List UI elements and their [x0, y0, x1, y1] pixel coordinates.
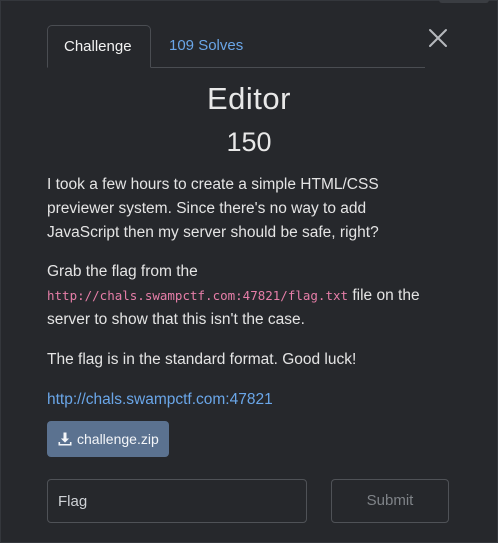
description-text-1: I took a few hours to create a simple HT…: [47, 176, 379, 241]
download-file-label: challenge.zip: [77, 431, 159, 447]
description-paragraph-3: The flag is in the standard format. Good…: [47, 348, 427, 372]
description-text-2a: Grab the flag from the: [47, 263, 198, 280]
flag-path-code: http://chals.swampctf.com:47821/flag.txt: [47, 288, 349, 303]
submit-button[interactable]: Submit: [331, 479, 449, 523]
challenge-title: Editor: [207, 81, 291, 116]
tab-solves[interactable]: 109 Solves: [153, 25, 259, 67]
tab-bar: Challenge 109 Solves: [47, 25, 425, 68]
flag-input[interactable]: [47, 479, 307, 523]
challenge-url-link[interactable]: http://chals.swampctf.com:47821: [47, 391, 273, 408]
challenge-modal: Challenge 109 Solves Editor 150 I took a…: [0, 0, 498, 543]
download-icon: [58, 432, 72, 446]
close-icon: [429, 29, 447, 47]
challenge-points: 150: [226, 127, 272, 157]
scroll-indicator: [439, 0, 489, 3]
tab-challenge[interactable]: Challenge: [47, 25, 151, 68]
download-file-button[interactable]: challenge.zip: [47, 421, 169, 457]
description-text-3: The flag is in the standard format. Good…: [47, 351, 357, 368]
challenge-link-row: http://chals.swampctf.com:47821: [47, 388, 427, 412]
description-paragraph-1: I took a few hours to create a simple HT…: [47, 173, 427, 245]
description-paragraph-2: Grab the flag from the http://chals.swam…: [47, 260, 427, 332]
close-button[interactable]: [425, 25, 451, 51]
